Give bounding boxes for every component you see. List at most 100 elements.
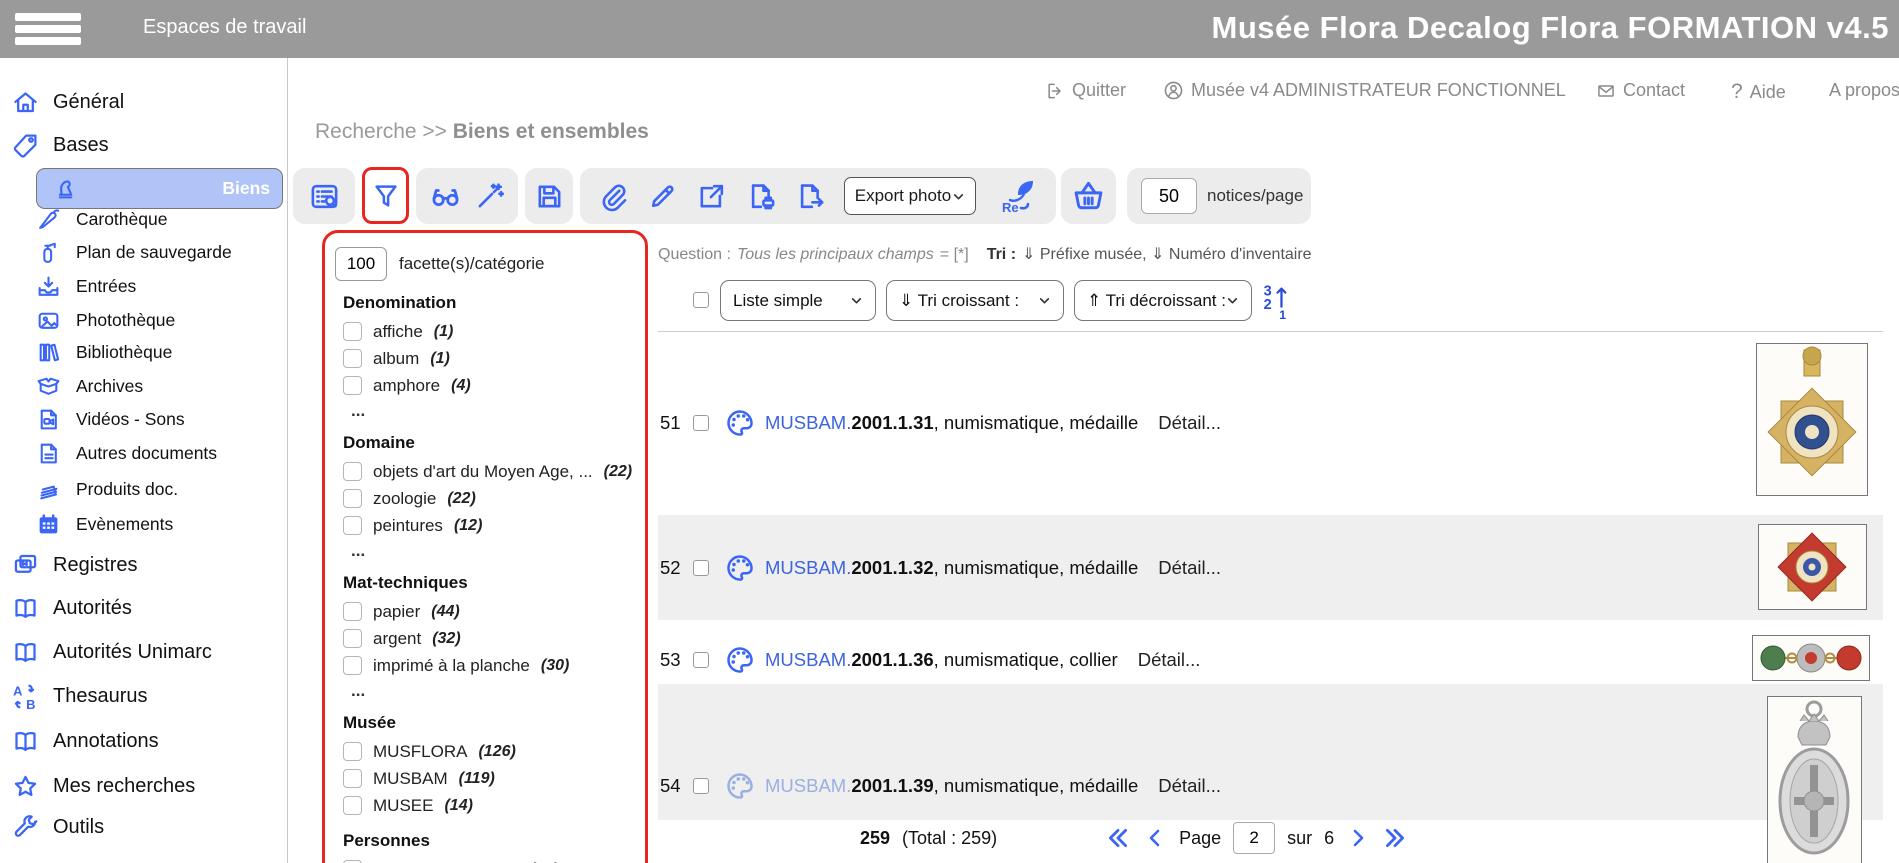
row-checkbox[interactable] — [693, 778, 709, 794]
facet-count-input[interactable] — [335, 247, 387, 281]
facet-more-link[interactable]: ... — [351, 541, 645, 561]
workspace-label[interactable]: Espaces de travail — [143, 16, 306, 39]
glasses-view-button[interactable] — [429, 180, 462, 213]
sidebar-item-autres-documents[interactable]: Autres documents — [36, 436, 217, 470]
contact-link[interactable]: Contact — [1596, 80, 1685, 101]
notices-per-page-input[interactable] — [1141, 178, 1197, 214]
facet-checkbox[interactable] — [343, 516, 362, 535]
page-number-input[interactable] — [1233, 822, 1275, 854]
facet-checkbox[interactable] — [343, 656, 362, 675]
record-link[interactable]: MUSBAM. — [765, 557, 851, 578]
sidebar-item-registres[interactable]: Registres — [12, 548, 137, 582]
sidebar-item-bases[interactable]: Bases — [12, 128, 109, 162]
facet-item[interactable]: affiche(1) — [343, 318, 645, 345]
export-page-button[interactable] — [795, 181, 826, 212]
sidebar-item-plan-sauvegarde[interactable]: Plan de sauvegarde — [36, 235, 232, 269]
user-menu[interactable]: Musée v4 ADMINISTRATEUR FONCTIONNEL — [1163, 80, 1566, 101]
palette-icon[interactable] — [725, 645, 755, 675]
facet-item[interactable]: MUSBAM(119) — [343, 765, 645, 792]
row-checkbox[interactable] — [693, 560, 709, 576]
sidebar-item-archives[interactable]: Archives — [36, 369, 143, 403]
facet-item[interactable]: objets d'art du Moyen Age, ...(22) — [343, 458, 645, 485]
facet-item[interactable]: MUSFLORA(126) — [343, 738, 645, 765]
sort-descending-select[interactable]: ⇑ Tri décroissant : — [1074, 280, 1252, 321]
edit-button[interactable] — [647, 181, 678, 212]
facet-item[interactable]: MUSEE(14) — [343, 792, 645, 819]
sidebar-item-phototheque[interactable]: Photothèque — [36, 303, 175, 337]
quit-link[interactable]: Quitter — [1045, 80, 1126, 101]
result-list-search-button[interactable] — [309, 181, 340, 212]
detail-link[interactable]: Détail... — [1138, 649, 1201, 671]
sidebar-item-evenements[interactable]: Evènements — [36, 507, 173, 541]
about-link[interactable]: A propos — [1829, 80, 1899, 101]
detail-link[interactable]: Détail... — [1158, 412, 1221, 434]
facet-checkbox[interactable] — [343, 742, 362, 761]
record-thumbnail-collier[interactable] — [1752, 635, 1870, 681]
facet-item[interactable]: papier(44) — [343, 598, 645, 625]
sidebar-item-entrees[interactable]: Entrées — [36, 269, 136, 303]
numeric-sort-icon[interactable]: 321 — [1262, 282, 1292, 320]
list-mode-select[interactable]: Liste simple — [720, 280, 876, 321]
sort-ascending-select[interactable]: ⇓ Tri croissant : — [886, 280, 1064, 321]
next-page-button[interactable] — [1346, 826, 1370, 850]
hamburger-menu-icon[interactable] — [15, 13, 81, 45]
facet-item[interactable]: amphore(4) — [343, 372, 645, 399]
select-all-checkbox[interactable] — [693, 292, 709, 308]
record-thumbnail-medal[interactable] — [1767, 696, 1862, 863]
facet-item[interactable]: imprimé à la planche(30) — [343, 652, 645, 679]
facet-item[interactable]: Imprimerie Minerve(30) — [343, 856, 645, 863]
sidebar-item-annotations[interactable]: Annotations — [12, 724, 159, 758]
previous-page-button[interactable] — [1143, 826, 1167, 850]
facet-checkbox[interactable] — [343, 489, 362, 508]
facet-item[interactable]: peintures(12) — [343, 512, 645, 539]
facet-checkbox[interactable] — [343, 349, 362, 368]
help-link[interactable]: ? Aide — [1731, 80, 1786, 104]
save-button[interactable] — [534, 181, 565, 212]
record-link[interactable]: MUSBAM. — [765, 649, 851, 670]
sidebar-item-autorites[interactable]: Autorités — [12, 591, 132, 625]
record-thumbnail-medal[interactable] — [1758, 524, 1867, 610]
print-page-button[interactable] — [746, 181, 777, 212]
filter-facets-button-highlighted[interactable] — [362, 167, 409, 224]
record-thumbnail-medal[interactable] — [1756, 343, 1868, 496]
palette-icon[interactable] — [725, 771, 755, 801]
sidebar-item-thesaurus[interactable]: AB Thesaurus — [12, 679, 148, 713]
facet-checkbox[interactable] — [343, 602, 362, 621]
facet-checkbox[interactable] — [343, 462, 362, 481]
last-page-button[interactable] — [1382, 825, 1408, 851]
facet-checkbox[interactable] — [343, 322, 362, 341]
facet-checkbox[interactable] — [343, 629, 362, 648]
open-book-icon — [12, 639, 39, 666]
facet-item[interactable]: album(1) — [343, 345, 645, 372]
export-photo-select[interactable]: Export photo — [844, 177, 976, 215]
attach-button[interactable] — [598, 181, 629, 212]
re-index-button[interactable]: Re — [994, 174, 1038, 218]
facet-checkbox[interactable] — [343, 769, 362, 788]
facet-checkbox[interactable] — [343, 376, 362, 395]
record-link[interactable]: MUSBAM. — [765, 412, 851, 433]
detail-link[interactable]: Détail... — [1158, 557, 1221, 579]
sidebar-item-general[interactable]: Général — [12, 85, 124, 119]
facet-item[interactable]: zoologie(22) — [343, 485, 645, 512]
magic-wand-button[interactable] — [474, 181, 505, 212]
open-external-button[interactable] — [696, 181, 727, 212]
facet-more-link[interactable]: ... — [351, 401, 645, 421]
palette-icon[interactable] — [725, 408, 755, 438]
detail-link[interactable]: Détail... — [1158, 775, 1221, 797]
facet-more-link[interactable]: ... — [351, 681, 645, 701]
row-checkbox[interactable] — [693, 415, 709, 431]
facet-checkbox[interactable] — [343, 796, 362, 815]
sidebar-item-videos-sons[interactable]: Vidéos - Sons — [36, 402, 185, 436]
sidebar-item-produits-doc[interactable]: Produits doc. — [36, 472, 178, 506]
row-checkbox[interactable] — [693, 652, 709, 668]
basket-button[interactable] — [1071, 179, 1106, 214]
sidebar-item-bibliotheque[interactable]: Bibliothèque — [36, 335, 172, 369]
sidebar-item-mes-recherches[interactable]: Mes recherches — [12, 769, 195, 803]
facet-item[interactable]: argent(32) — [343, 625, 645, 652]
record-link[interactable]: MUSBAM. — [765, 775, 851, 796]
first-page-button[interactable] — [1105, 825, 1131, 851]
palette-icon[interactable] — [725, 553, 755, 583]
sidebar-item-autorites-unimarc[interactable]: Autorités Unimarc — [12, 635, 212, 669]
sidebar-item-carotheque[interactable]: Carothèque — [36, 202, 167, 236]
sidebar-item-outils[interactable]: Outils — [12, 810, 104, 844]
